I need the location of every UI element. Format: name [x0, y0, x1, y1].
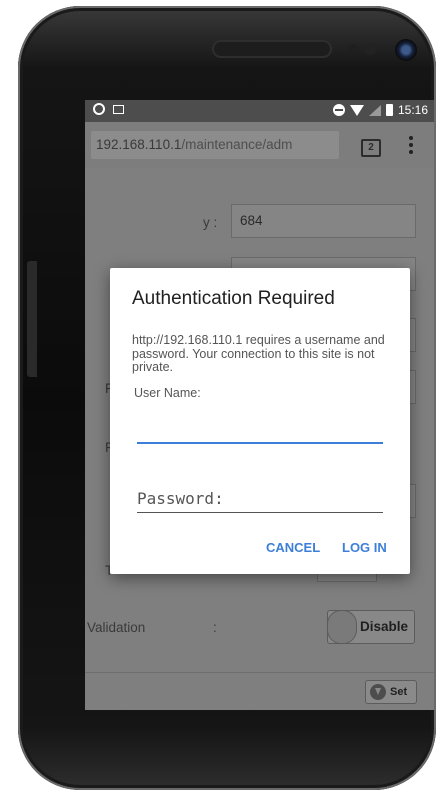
cancel-button[interactable]: CANCEL	[266, 540, 320, 555]
do-not-disturb-icon	[332, 104, 345, 116]
set-button-label: Set	[390, 686, 408, 698]
status-bar: 15:16	[85, 100, 434, 122]
tab-switcher-button[interactable]: 2	[361, 139, 381, 157]
divider	[85, 672, 434, 673]
y-field-input[interactable]: 684	[231, 204, 416, 238]
url-bar[interactable]: 192.168.110.1/maintenance/adm	[91, 131, 339, 159]
authentication-dialog: Authentication Required http://192.168.1…	[110, 268, 410, 574]
image-notification-icon	[113, 104, 124, 114]
set-button[interactable]: Set	[365, 680, 417, 704]
battery-icon	[385, 104, 393, 116]
y-field-label: y :	[203, 215, 218, 230]
browser-toolbar: 192.168.110.1/maintenance/adm 2	[85, 122, 434, 168]
earpiece-speaker	[214, 42, 330, 56]
proximity-sensor	[348, 44, 358, 54]
front-camera	[395, 39, 417, 61]
username-input[interactable]	[137, 418, 383, 444]
cell-signal-icon	[368, 104, 381, 116]
validation-toggle[interactable]: Disable	[327, 610, 415, 644]
light-sensor	[364, 43, 376, 55]
overflow-menu-icon[interactable]	[409, 136, 413, 157]
toggle-knob	[327, 610, 357, 644]
dialog-title: Authentication Required	[132, 288, 335, 309]
whatsapp-icon	[93, 103, 105, 115]
screen: 15:16 192.168.110.1/maintenance/adm 2 y …	[85, 100, 434, 710]
validation-colon: :	[213, 620, 217, 635]
login-button[interactable]: LOG IN	[342, 540, 387, 555]
status-time: 15:16	[397, 103, 428, 117]
volume-button	[27, 261, 37, 377]
username-label: User Name:	[134, 386, 201, 400]
password-input[interactable]	[137, 484, 383, 513]
dialog-message: http://192.168.110.1 requires a username…	[132, 333, 385, 374]
validation-label: Validation	[87, 620, 146, 635]
url-host: 192.168.110.1	[96, 137, 182, 152]
url-path: /maintenance/adm	[181, 137, 293, 152]
validation-toggle-label: Disable	[359, 619, 408, 634]
wifi-icon	[349, 104, 364, 116]
download-arrow-icon	[370, 684, 386, 700]
